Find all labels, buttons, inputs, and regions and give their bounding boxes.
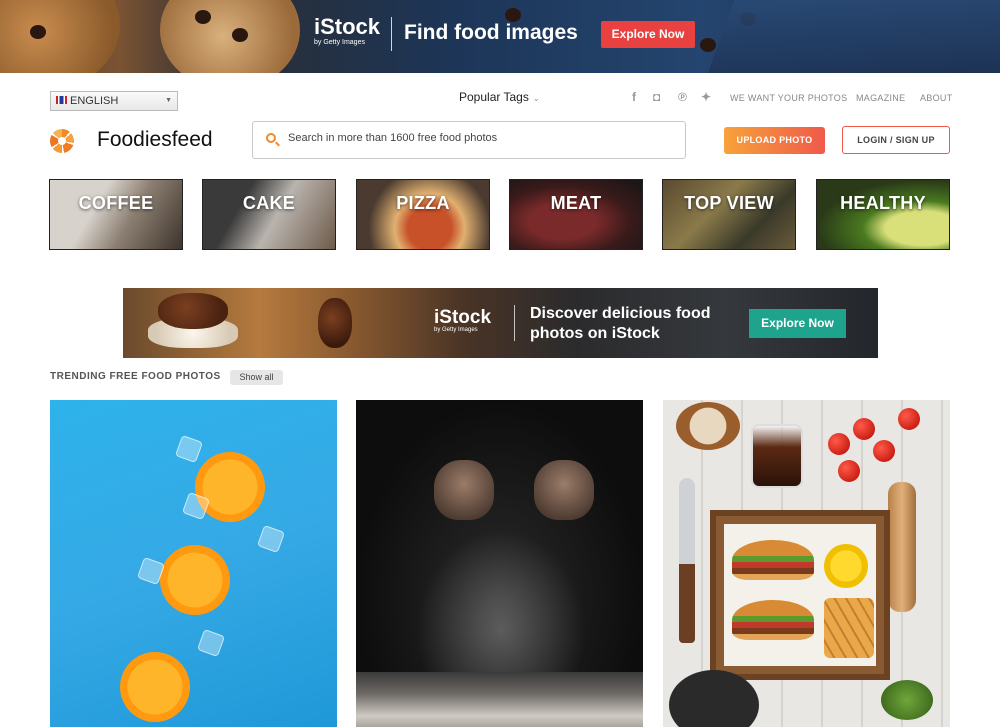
chocolate-chip [30,25,46,39]
pinterest-icon[interactable]: ℗ [678,90,687,104]
cookie-image [0,0,120,73]
peas-bowl [881,680,933,720]
category-image [357,180,489,249]
tomato [873,440,895,462]
corn [824,544,868,588]
section-title: TRENDING FREE FOOD PHOTOS [50,371,221,382]
category-image [510,180,642,249]
twitter-icon[interactable]: ✦ [701,90,711,104]
knife [679,478,695,643]
language-select[interactable]: ENGLISH ▼ [50,91,178,111]
garlic-bowl [676,402,740,450]
category-label: MEAT [550,193,602,213]
fries [824,598,874,658]
category-label: COFFEE [78,193,154,213]
search-box[interactable] [252,121,686,159]
instagram-icon[interactable]: ◘ [653,90,660,104]
login-signup-button[interactable]: LOGIN / SIGN UP [842,126,950,154]
pecan-image [318,298,352,348]
pecan-image [158,293,228,329]
site-name[interactable]: Foodiesfeed [97,128,213,152]
category-tile-coffee[interactable]: COFFEE [49,179,183,250]
category-image [50,180,182,249]
foodiesfeed-logo-icon[interactable] [50,129,74,153]
chocolate-chip [195,10,211,24]
ice-cube [174,434,204,464]
category-tile-pizza[interactable]: PIZZA [356,179,490,250]
category-label: HEALTHY [840,193,926,213]
facebook-icon[interactable]: f [632,90,636,104]
orange-slice [160,545,230,615]
photo-card-oranges[interactable] [50,400,337,727]
hand [434,460,494,520]
hand [534,460,594,520]
burger [732,540,814,580]
banner-headline: Discover delicious food photos on iStock [530,305,711,342]
cookie-image [160,0,300,73]
nav-link-magazine[interactable]: MAGAZINE [856,93,905,103]
language-label: ENGLISH [70,95,119,107]
tomato [898,408,920,430]
category-tile-meat[interactable]: MEAT [509,179,643,250]
nav-link-we-want-your-photos[interactable]: WE WANT YOUR PHOTOS [730,93,847,103]
photo-card-flour-hands[interactable] [356,400,643,727]
tomato [828,433,850,455]
category-image [663,180,795,249]
category-image [817,180,949,249]
istock-logo: iStock by Getty Images [434,307,492,333]
search-icon [266,133,276,143]
show-all-button[interactable]: Show all [230,370,283,385]
chevron-down-icon: ⌄ [532,94,540,103]
top-ad-banner[interactable]: iStock by Getty Images Find food images … [0,0,1000,73]
explore-now-button[interactable]: Explore Now [749,309,846,338]
category-label: TOP VIEW [684,193,774,213]
popular-tags-label: Popular Tags [459,90,529,104]
mid-ad-banner[interactable]: iStock by Getty Images Discover deliciou… [123,288,878,358]
chocolate-chip [232,28,248,42]
banner-divider [514,305,515,341]
chevron-down-icon: ▼ [165,97,172,104]
tomato [853,418,875,440]
upload-photo-button[interactable]: UPLOAD PHOTO [724,127,825,154]
ice-cube [196,628,226,658]
istock-logo: iStock by Getty Images [314,14,381,47]
ice-cube [256,524,286,554]
uk-flag-icon [56,96,67,104]
nav-link-about[interactable]: ABOUT [920,93,953,103]
search-input[interactable] [288,132,668,144]
tomato [838,460,860,482]
burger [732,600,814,640]
explore-now-button[interactable]: Explore Now [601,21,695,48]
category-label: PIZZA [396,193,450,213]
category-tile-healthy[interactable]: HEALTHY [816,179,950,250]
baking-tray-image [701,0,1000,73]
category-tile-cake[interactable]: CAKE [202,179,336,250]
banner-headline: Find food images [404,21,578,44]
popular-tags-menu[interactable]: Popular Tags ⌄ [459,90,540,104]
cola-glass [751,424,803,488]
category-label: CAKE [242,193,296,213]
banner-divider [391,17,392,51]
photo-card-burger-board[interactable] [663,400,950,727]
chocolate-chip [700,38,716,52]
flour-table [356,672,643,727]
chocolate-chip [505,8,521,22]
pepper-grinder [888,482,916,612]
serving-board [710,510,890,680]
orange-slice [120,652,190,722]
category-tile-top-view[interactable]: TOP VIEW [662,179,796,250]
category-image [203,180,335,249]
